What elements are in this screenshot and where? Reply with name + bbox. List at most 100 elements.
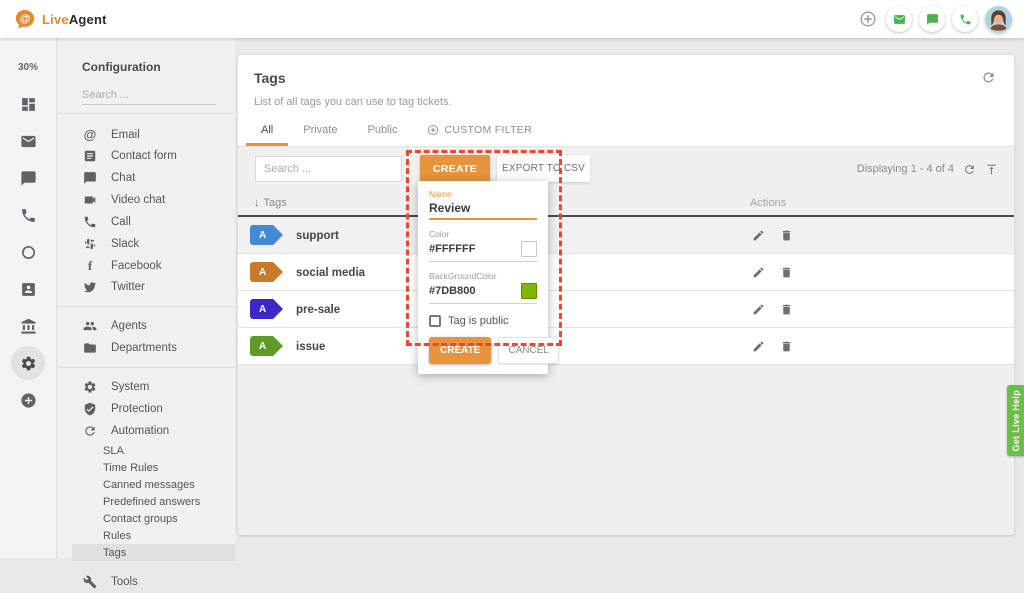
sidebar-item-automation[interactable]: Automation <box>58 420 235 442</box>
color-label: Color <box>429 229 450 239</box>
rail-chat[interactable] <box>11 161 45 195</box>
shield-icon <box>82 402 98 416</box>
tab-public[interactable]: Public <box>352 116 412 146</box>
sidebar-item-call[interactable]: Call <box>58 211 235 233</box>
background-color-swatch[interactable] <box>521 283 537 299</box>
card-header: Tags List of all tags you can use to tag… <box>238 55 1014 147</box>
new-call-button[interactable] <box>952 6 978 32</box>
refresh-icon[interactable] <box>981 70 996 85</box>
edit-icon[interactable] <box>752 266 765 279</box>
export-csv-button[interactable]: EXPORT TO CSV <box>497 155 590 182</box>
sort-desc-icon: ↓ <box>254 197 260 209</box>
rail-call[interactable] <box>11 198 45 232</box>
table-row[interactable]: A social media <box>238 254 1014 291</box>
page-subtitle: List of all tags you can use to tag tick… <box>254 96 452 108</box>
table-row[interactable]: A support <box>238 217 1014 254</box>
chat-icon <box>20 170 36 186</box>
new-chat-button[interactable] <box>919 6 945 32</box>
usage-percent: 30% <box>17 62 38 73</box>
config-search-input[interactable] <box>82 86 216 105</box>
new-ticket-email-button[interactable] <box>886 6 912 32</box>
sidebar-item-twitter[interactable]: Twitter <box>58 276 235 298</box>
tag-name: support <box>296 229 339 242</box>
edit-icon[interactable] <box>752 340 765 353</box>
ring-icon <box>21 245 35 259</box>
rail-contacts[interactable] <box>11 272 45 306</box>
contact-card-icon <box>21 282 35 296</box>
top-bar: @ LiveAgent <box>0 0 1024 38</box>
background-color-value[interactable]: #7DB800 <box>429 285 475 297</box>
table-row[interactable]: A pre-sale <box>238 291 1014 328</box>
facebook-icon: f <box>87 258 93 273</box>
tag-public-option[interactable]: Tag is public <box>429 315 537 327</box>
color-value[interactable]: #FFFFFF <box>429 243 475 255</box>
sidebar-item-agents[interactable]: Agents <box>58 315 235 337</box>
liveagent-logo[interactable]: @ LiveAgent <box>14 8 107 30</box>
get-live-help-tab[interactable]: Get Live Help <box>1007 385 1024 456</box>
videocam-icon <box>82 193 98 207</box>
phone-icon <box>960 14 970 24</box>
tags-card: Tags List of all tags you can use to tag… <box>238 55 1014 535</box>
table-row[interactable]: A issue <box>238 328 1014 365</box>
tab-all[interactable]: All <box>246 116 289 146</box>
column-tags[interactable]: ↓ Tags <box>254 197 287 209</box>
rail-tickets[interactable] <box>11 124 45 158</box>
scroll-top-icon[interactable] <box>985 163 998 176</box>
color-swatch[interactable] <box>521 241 537 257</box>
sidebar-item-video-chat[interactable]: Video chat <box>58 189 235 211</box>
sidebar-item-facebook[interactable]: f Facebook <box>58 255 235 276</box>
sidebar-item-system[interactable]: System <box>58 376 235 398</box>
sidebar-item-sla[interactable]: SLA <box>58 442 235 459</box>
logo-text: LiveAgent <box>42 11 107 27</box>
sidebar-item-tools[interactable]: Tools <box>58 571 235 593</box>
user-avatar[interactable] <box>985 5 1012 33</box>
tab-bar: All Private Public CUSTOM FILTER <box>246 116 547 146</box>
rail-addons[interactable] <box>11 383 45 417</box>
tab-custom-filter[interactable]: CUSTOM FILTER <box>412 116 547 146</box>
toolbar: CREATE EXPORT TO CSV Displaying 1 - 4 of… <box>238 147 1014 191</box>
create-button[interactable]: CREATE <box>420 155 490 182</box>
rail-dashboard[interactable] <box>11 87 45 121</box>
create-tag-dialog: Name Color #FFFFFF BackGroundColor #7DB8… <box>418 181 559 374</box>
delete-icon[interactable] <box>780 303 793 316</box>
rail-settings[interactable] <box>11 346 45 380</box>
sidebar-item-departments[interactable]: Departments <box>58 337 235 359</box>
twitter-icon <box>82 280 98 294</box>
sidebar-item-email[interactable]: @ Email <box>58 124 235 145</box>
email-icon <box>20 135 36 147</box>
sidebar-item-canned-messages[interactable]: Canned messages <box>58 476 235 493</box>
sidebar-item-protection[interactable]: Protection <box>58 398 235 420</box>
dialog-cancel-button[interactable]: CANCEL <box>498 337 559 364</box>
row-actions <box>752 291 793 328</box>
delete-icon[interactable] <box>780 340 793 353</box>
sidebar-item-contact-groups[interactable]: Contact groups <box>58 510 235 527</box>
rail-company[interactable] <box>11 309 45 343</box>
rail-time[interactable] <box>11 235 45 269</box>
sidebar-item-rules[interactable]: Rules <box>58 527 235 544</box>
edit-icon[interactable] <box>752 229 765 242</box>
sidebar-item-time-rules[interactable]: Time Rules <box>58 459 235 476</box>
tag-public-checkbox[interactable] <box>429 315 441 327</box>
delete-icon[interactable] <box>780 229 793 242</box>
edit-icon[interactable] <box>752 303 765 316</box>
tag-public-label: Tag is public <box>448 315 509 327</box>
slack-icon <box>82 237 98 251</box>
tab-private[interactable]: Private <box>288 116 352 146</box>
sidebar-item-slack[interactable]: Slack <box>58 233 235 255</box>
name-field[interactable] <box>429 199 537 220</box>
search-input[interactable] <box>255 156 402 182</box>
sidebar-item-tags[interactable]: Tags <box>72 544 235 561</box>
dialog-create-button[interactable]: CREATE <box>429 337 492 364</box>
table-header: ↓ Tags Actions <box>238 191 1014 217</box>
sidebar-item-chat[interactable]: Chat <box>58 167 235 189</box>
tag-badge: A <box>250 299 283 319</box>
refresh-icon[interactable] <box>963 163 976 176</box>
sidebar-item-predefined-answers[interactable]: Predefined answers <box>58 493 235 510</box>
tag-name: pre-sale <box>296 303 341 316</box>
bank-icon <box>20 318 36 334</box>
add-circle-icon[interactable] <box>857 8 879 30</box>
sidebar-item-contact-form[interactable]: Contact form <box>58 145 235 167</box>
svg-text:@: @ <box>20 13 31 25</box>
delete-icon[interactable] <box>780 266 793 279</box>
toolbar-right: Displaying 1 - 4 of 4 <box>857 147 998 191</box>
